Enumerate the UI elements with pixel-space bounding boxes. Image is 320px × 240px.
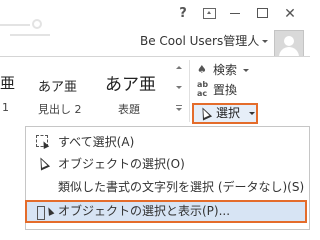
style-name: 見出し 2 — [38, 103, 82, 116]
select-all-icon — [36, 135, 50, 149]
cursor-icon — [35, 155, 51, 171]
menu-item-label: オブジェクトの選択(O) — [58, 157, 185, 171]
help-button[interactable]: ? — [172, 4, 194, 24]
find-dropdown-icon — [243, 69, 250, 72]
menu-item-select-similar-formatting[interactable]: 類似した書式の文字列を選択 (データなし)(S) — [26, 176, 309, 198]
dashed-selection-shape — [36, 135, 48, 147]
replace-button[interactable]: ab ac 置換 — [197, 80, 237, 100]
binoculars-icon: ♠ — [197, 63, 207, 76]
close-button[interactable]: ✕ — [279, 4, 301, 24]
menu-item-label: すべて選択(A) — [58, 135, 135, 149]
menu-item-select-all[interactable]: すべて選択(A) — [26, 131, 309, 153]
avatar[interactable] — [274, 30, 304, 59]
style-name: 1 — [2, 101, 9, 114]
replace-label: 置換 — [213, 83, 238, 97]
avatar-head — [284, 36, 294, 46]
gallery-more-icon[interactable] — [176, 105, 182, 111]
ribbon-options-icon — [202, 8, 216, 19]
ribbon-display-options-button[interactable] — [198, 4, 220, 24]
chevron-down-icon — [249, 112, 255, 115]
gallery-scroll — [174, 60, 186, 122]
find-label: 検索 — [213, 63, 238, 77]
cursor-shape — [35, 155, 51, 171]
maximize-button[interactable] — [251, 4, 273, 24]
account-dropdown-icon[interactable] — [262, 40, 268, 43]
style-sample[interactable]: あア亜 — [105, 70, 156, 95]
decoration-line — [0, 24, 30, 26]
menu-item-selection-pane[interactable]: オブジェクトの選択と表示(P)... — [25, 200, 307, 223]
style-name: 表題 — [118, 103, 140, 116]
close-icon: ✕ — [284, 6, 296, 22]
gallery-scroll-up-icon[interactable] — [176, 66, 182, 69]
decoration-line — [10, 34, 50, 36]
group-divider — [189, 60, 190, 122]
replace-icon: ab ac — [197, 80, 209, 98]
select-dropdown-button[interactable]: 選択 — [192, 103, 258, 124]
find-button[interactable]: ♠ 検索 — [197, 60, 250, 80]
background-decoration — [0, 10, 60, 40]
select-dropdown-menu: すべて選択(A) オブジェクトの選択(O) 類似した書式の文字列を選択 (データ… — [25, 126, 310, 230]
styles-gallery: 亜 あア亜 あア亜 1 見出し 2 表題 — [0, 58, 190, 120]
menu-item-select-objects[interactable]: オブジェクトの選択(O) — [26, 153, 309, 175]
gallery-scroll-down-icon[interactable] — [176, 86, 182, 89]
minimize-icon — [230, 13, 240, 14]
cursor-icon — [197, 105, 213, 121]
title-bar: ? ✕ — [0, 0, 310, 36]
select-label: 選択 — [216, 106, 241, 120]
style-sample[interactable]: 亜 — [0, 72, 15, 93]
selection-pane-icon — [37, 206, 51, 220]
decoration-circle — [32, 19, 42, 29]
style-sample[interactable]: あア亜 — [38, 76, 77, 95]
account-name[interactable]: Be Cool Users管理人 — [140, 32, 259, 49]
menu-item-label: 類似した書式の文字列を選択 (データなし)(S) — [58, 180, 305, 194]
minimize-button[interactable] — [224, 4, 246, 24]
panel-shape — [37, 206, 45, 220]
maximize-icon — [256, 8, 268, 18]
menu-item-label: オブジェクトの選択と表示(P)... — [58, 204, 231, 218]
